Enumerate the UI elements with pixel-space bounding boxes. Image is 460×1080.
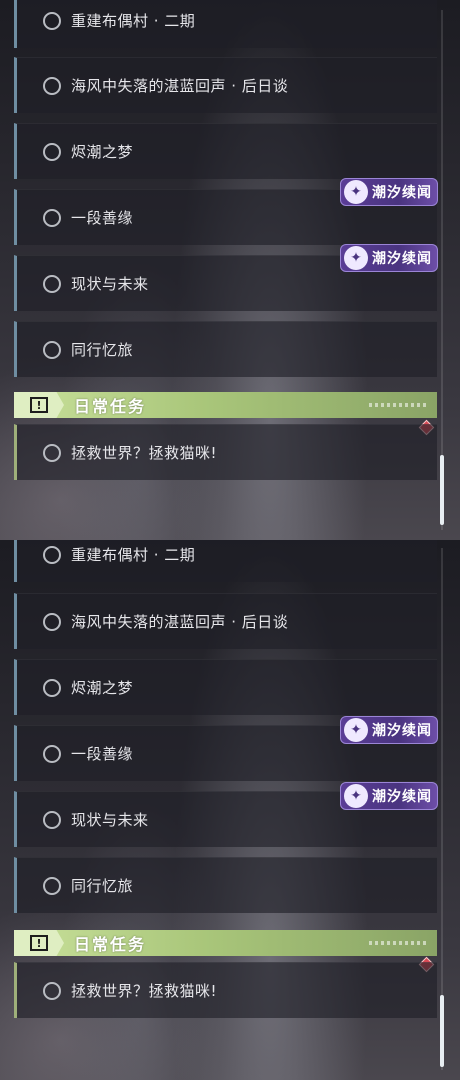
quest-item[interactable]: 烬潮之梦 — [14, 123, 437, 179]
quest-item[interactable]: 海风中失落的湛蓝回声 · 后日谈 — [14, 593, 437, 649]
daily-quests-header[interactable]: ! 日常任务 — [14, 930, 437, 956]
section-title: 日常任务 — [74, 935, 147, 954]
badge-label: 潮汐续闻 — [372, 185, 432, 201]
quest-label: 海风中失落的湛蓝回声 · 后日谈 — [71, 613, 289, 631]
radio-circle-icon — [43, 811, 61, 829]
quest-item[interactable]: 同行忆旅 — [14, 857, 437, 913]
radio-circle-icon — [43, 679, 61, 697]
quest-label: 烬潮之梦 — [71, 679, 134, 697]
radio-circle-icon — [43, 341, 61, 359]
tide-sequel-badge: ✦ 潮汐续闻 — [340, 716, 438, 744]
quest-list-panel-bottom: 重建布偶村 · 二期 海风中失落的湛蓝回声 · 后日谈 烬潮之梦 一段善缘 现状… — [0, 540, 460, 1080]
exclamation-icon: ! — [30, 397, 48, 413]
section-title: 日常任务 — [74, 397, 147, 416]
badge-label: 潮汐续闻 — [372, 251, 432, 267]
scrollbar-thumb[interactable] — [440, 455, 444, 525]
radio-circle-icon — [43, 12, 61, 30]
quest-item[interactable]: 重建布偶村 · 二期 — [14, 0, 437, 48]
tide-icon: ✦ — [344, 718, 368, 742]
radio-circle-icon — [43, 745, 61, 763]
decorative-stripes — [369, 941, 429, 945]
badge-label: 潮汐续闻 — [372, 723, 432, 739]
radio-circle-icon — [43, 982, 61, 1000]
radio-circle-icon — [43, 877, 61, 895]
badge-label: 潮汐续闻 — [372, 789, 432, 805]
quest-label: 重建布偶村 · 二期 — [71, 546, 196, 564]
daily-quests-header[interactable]: ! 日常任务 — [14, 392, 437, 418]
scrollbar-thumb[interactable] — [440, 995, 444, 1067]
quest-label: 海风中失落的湛蓝回声 · 后日谈 — [71, 77, 289, 95]
quest-item[interactable]: 重建布偶村 · 二期 — [14, 540, 437, 582]
tide-icon: ✦ — [344, 784, 368, 808]
quest-label: 同行忆旅 — [71, 341, 134, 359]
quest-label: 拯救世界？拯救猫咪! — [71, 982, 218, 1000]
radio-circle-icon — [43, 613, 61, 631]
quest-label: 烬潮之梦 — [71, 143, 134, 161]
quest-item[interactable]: 海风中失落的湛蓝回声 · 后日谈 — [14, 57, 437, 113]
quest-item[interactable]: 烬潮之梦 — [14, 659, 437, 715]
radio-circle-icon — [43, 275, 61, 293]
quest-label: 现状与未来 — [71, 811, 149, 829]
tide-icon: ✦ — [344, 246, 368, 270]
radio-circle-icon — [43, 209, 61, 227]
tide-sequel-badge: ✦ 潮汐续闻 — [340, 178, 438, 206]
scrollbar-track[interactable] — [441, 10, 443, 530]
decorative-stripes — [369, 403, 429, 407]
radio-circle-icon — [43, 77, 61, 95]
tide-sequel-badge: ✦ 潮汐续闻 — [340, 782, 438, 810]
exclamation-icon: ! — [30, 935, 48, 951]
quest-label: 拯救世界？拯救猫咪! — [71, 444, 218, 462]
tide-icon: ✦ — [344, 180, 368, 204]
quest-label: 现状与未来 — [71, 275, 149, 293]
daily-quest-item[interactable]: 拯救世界？拯救猫咪! — [14, 962, 437, 1018]
radio-circle-icon — [43, 143, 61, 161]
quest-label: 一段善缘 — [71, 209, 134, 227]
tide-sequel-badge: ✦ 潮汐续闻 — [340, 244, 438, 272]
quest-label: 一段善缘 — [71, 745, 134, 763]
scrollbar-track[interactable] — [441, 548, 443, 1070]
quest-list-panel-top: 重建布偶村 · 二期 海风中失落的湛蓝回声 · 后日谈 烬潮之梦 一段善缘 现状… — [0, 0, 460, 540]
quest-label: 重建布偶村 · 二期 — [71, 12, 196, 30]
quest-item[interactable]: 同行忆旅 — [14, 321, 437, 377]
radio-circle-icon — [43, 546, 61, 564]
quest-label: 同行忆旅 — [71, 877, 134, 895]
daily-quest-item[interactable]: 拯救世界？拯救猫咪! — [14, 424, 437, 480]
radio-circle-icon — [43, 444, 61, 462]
